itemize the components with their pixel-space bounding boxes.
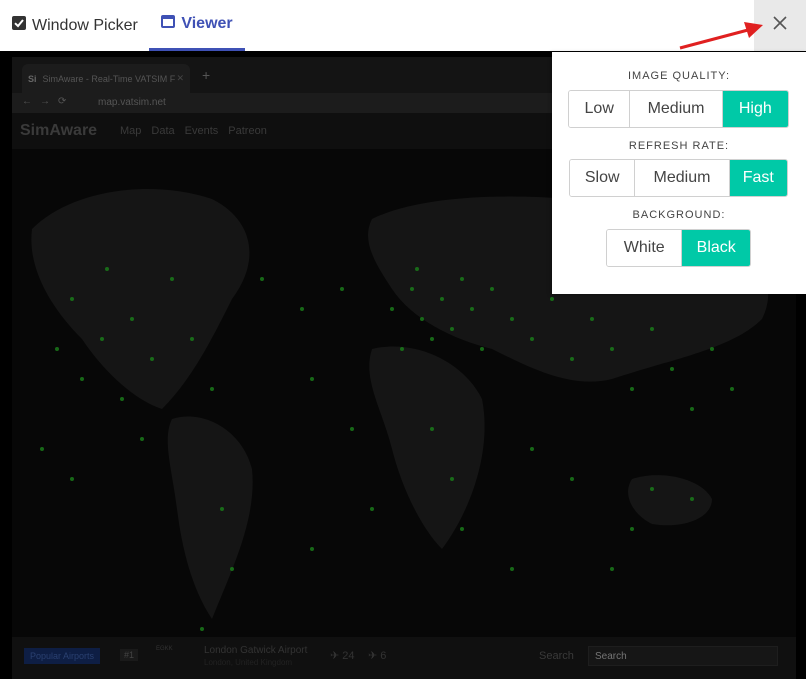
departures-count: ✈ 24 bbox=[330, 650, 355, 662]
popular-airports-button: Popular Airports bbox=[24, 648, 101, 664]
menu-item-data: Data bbox=[151, 125, 175, 137]
airport-rank: #1 bbox=[120, 649, 139, 661]
image-quality-group: Low Medium High bbox=[568, 90, 789, 128]
airport-location: London, United Kingdom bbox=[204, 658, 293, 667]
image-quality-low[interactable]: Low bbox=[569, 91, 631, 127]
refresh-rate-fast[interactable]: Fast bbox=[729, 160, 787, 196]
refresh-rate-label: REFRESH RATE: bbox=[628, 140, 730, 152]
background-group: White Black bbox=[606, 229, 751, 267]
image-quality-high[interactable]: High bbox=[722, 91, 788, 127]
refresh-rate-group: Slow Medium Fast bbox=[569, 159, 788, 197]
background-white[interactable]: White bbox=[607, 230, 683, 266]
refresh-rate-medium[interactable]: Medium bbox=[635, 160, 730, 196]
refresh-rate-slow[interactable]: Slow bbox=[570, 160, 636, 196]
annotation-arrow-icon bbox=[679, 22, 763, 50]
site-menu: Map Data Events Patreon bbox=[120, 125, 267, 137]
airport-name: London Gatwick Airport bbox=[204, 645, 308, 656]
menu-item-map: Map bbox=[120, 125, 142, 137]
url-text: map.vatsim.net bbox=[98, 97, 166, 108]
background-label: BACKGROUND: bbox=[632, 209, 726, 221]
viewer-settings-panel: IMAGE QUALITY: Low Medium High REFRESH R… bbox=[552, 52, 806, 294]
site-logo: SimAware bbox=[20, 122, 98, 139]
captured-bottom-bar: Popular Airports #1 EGKK London Gatwick … bbox=[12, 637, 796, 679]
menu-item-patreon: Patreon bbox=[228, 125, 267, 137]
arrivals-value: 6 bbox=[380, 650, 387, 662]
image-quality-medium[interactable]: Medium bbox=[630, 91, 723, 127]
menu-item-events: Events bbox=[184, 125, 219, 137]
search-label: Search bbox=[539, 650, 574, 662]
browser-nav-icons: ←→⟳ bbox=[22, 96, 75, 107]
background-black[interactable]: Black bbox=[682, 230, 750, 266]
departures-value: 24 bbox=[342, 650, 355, 662]
airport-icao: EGKK bbox=[156, 646, 173, 652]
arrivals-count: ✈ 6 bbox=[368, 650, 387, 662]
captured-search-input bbox=[588, 646, 778, 666]
